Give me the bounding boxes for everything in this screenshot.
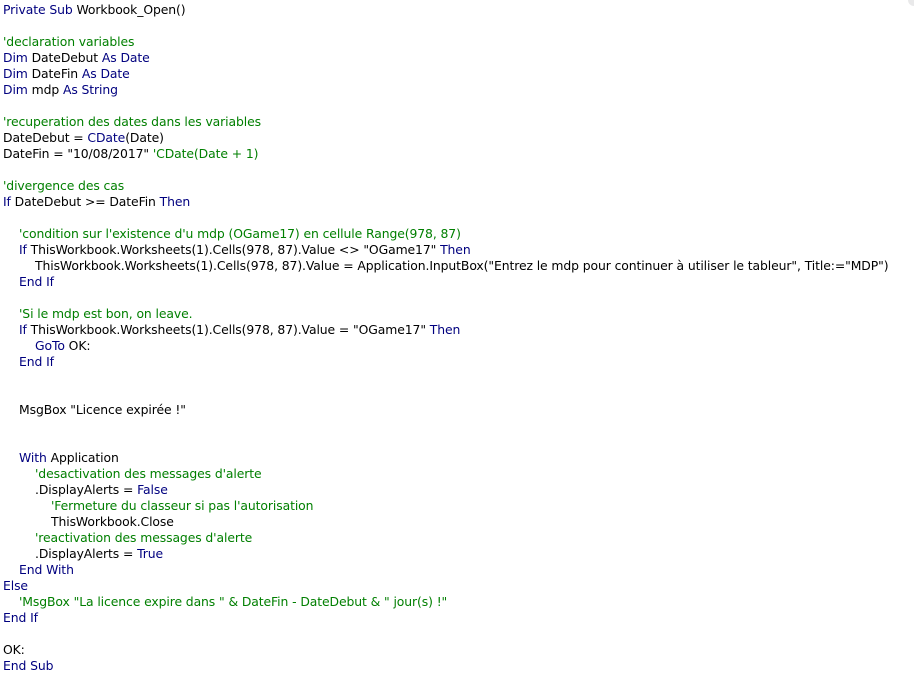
blank-line[interactable]: ​ bbox=[3, 18, 914, 34]
code-token: OK: bbox=[64, 338, 91, 353]
keyword-token: Dim bbox=[3, 50, 28, 65]
comment-token: 'Si le mdp est bon, on leave. bbox=[19, 306, 193, 321]
keyword-token: End Sub bbox=[3, 658, 54, 673]
comment-token: 'Fermeture du classeur si pas l'autorisa… bbox=[51, 498, 314, 513]
comment-token: 'reactivation des messages d'alerte bbox=[35, 530, 253, 545]
blank-line[interactable]: ​ bbox=[3, 434, 914, 450]
keyword-token: Then bbox=[159, 194, 191, 209]
code-line[interactable]: 'Si le mdp est bon, on leave. bbox=[3, 306, 914, 322]
code-line[interactable]: End If bbox=[3, 274, 914, 290]
code-token: DateDebut = bbox=[3, 130, 88, 145]
code-token: DateDebut >= DateFin bbox=[10, 194, 160, 209]
comment-token: 'MsgBox "La licence expire dans " & Date… bbox=[19, 594, 448, 609]
blank-line[interactable]: ​ bbox=[3, 162, 914, 178]
code-token: .DisplayAlerts = bbox=[35, 546, 138, 561]
code-token: MsgBox "Licence expirée !" bbox=[19, 402, 186, 417]
keyword-token: If bbox=[3, 194, 11, 209]
code-line[interactable]: 'MsgBox "La licence expire dans " & Date… bbox=[3, 594, 914, 610]
keyword-token: With bbox=[19, 450, 47, 465]
code-token: DateDebut bbox=[27, 50, 102, 65]
code-line[interactable]: Else bbox=[3, 578, 914, 594]
blank-line[interactable]: ​ bbox=[3, 210, 914, 226]
keyword-token: Private Sub bbox=[3, 2, 73, 17]
keyword-token: End If bbox=[19, 274, 54, 289]
code-line[interactable]: ThisWorkbook.Worksheets(1).Cells(978, 87… bbox=[3, 258, 914, 274]
code-line[interactable]: Dim DateFin As Date bbox=[3, 66, 914, 82]
code-token: DateFin bbox=[27, 66, 82, 81]
keyword-token: True bbox=[137, 546, 164, 561]
code-line[interactable]: MsgBox "Licence expirée !" bbox=[3, 402, 914, 418]
code-token: (Date) bbox=[125, 130, 164, 145]
keyword-token: End With bbox=[19, 562, 74, 577]
code-line[interactable]: With Application bbox=[3, 450, 914, 466]
keyword-token: Then bbox=[429, 322, 461, 337]
code-token: mdp bbox=[27, 82, 63, 97]
code-line[interactable]: 'divergence des cas bbox=[3, 178, 914, 194]
keyword-token: GoTo bbox=[35, 338, 65, 353]
code-token: .DisplayAlerts = bbox=[35, 482, 138, 497]
code-line[interactable]: 'reactivation des messages d'alerte bbox=[3, 530, 914, 546]
code-line[interactable]: GoTo OK: bbox=[3, 338, 914, 354]
code-line[interactable]: If ThisWorkbook.Worksheets(1).Cells(978,… bbox=[3, 322, 914, 338]
keyword-token: Dim bbox=[3, 82, 28, 97]
keyword-token: Dim bbox=[3, 66, 28, 81]
keyword-token: CDate bbox=[87, 130, 126, 145]
keyword-token: As String bbox=[62, 82, 118, 97]
code-line[interactable]: 'desactivation des messages d'alerte bbox=[3, 466, 914, 482]
blank-line[interactable]: ​ bbox=[3, 626, 914, 642]
code-line[interactable]: End With bbox=[3, 562, 914, 578]
code-line[interactable]: End If bbox=[3, 354, 914, 370]
code-line[interactable]: End If bbox=[3, 610, 914, 626]
comment-token: 'CDate(Date + 1) bbox=[152, 146, 259, 161]
comment-token: 'condition sur l'existence d'u mdp (OGam… bbox=[19, 226, 461, 241]
code-line[interactable]: If ThisWorkbook.Worksheets(1).Cells(978,… bbox=[3, 242, 914, 258]
code-line[interactable]: OK: bbox=[3, 642, 914, 658]
keyword-token: Else bbox=[3, 578, 28, 593]
code-token: ThisWorkbook.Worksheets(1).Cells(978, 87… bbox=[26, 322, 430, 337]
keyword-token: If bbox=[19, 322, 27, 337]
code-token: Application bbox=[46, 450, 119, 465]
comment-token: 'declaration variables bbox=[3, 34, 135, 49]
code-token: DateFin = "10/08/2017" bbox=[3, 146, 153, 161]
blank-line[interactable]: ​ bbox=[3, 98, 914, 114]
code-line[interactable]: DateDebut = CDate(Date) bbox=[3, 130, 914, 146]
code-token: ThisWorkbook.Close bbox=[51, 514, 174, 529]
code-line[interactable]: .DisplayAlerts = True bbox=[3, 546, 914, 562]
code-token: ThisWorkbook.Worksheets(1).Cells(978, 87… bbox=[35, 258, 889, 273]
code-line[interactable]: ThisWorkbook.Close bbox=[3, 514, 914, 530]
blank-line[interactable]: ​ bbox=[3, 370, 914, 386]
code-line[interactable]: DateFin = "10/08/2017" 'CDate(Date + 1) bbox=[3, 146, 914, 162]
blank-line[interactable]: ​ bbox=[3, 418, 914, 434]
comment-token: 'recuperation des dates dans les variabl… bbox=[3, 114, 261, 129]
keyword-token: As Date bbox=[81, 66, 130, 81]
code-line[interactable]: 'condition sur l'existence d'u mdp (OGam… bbox=[3, 226, 914, 242]
code-editor[interactable]: Private Sub Workbook_Open()​'declaration… bbox=[3, 2, 914, 677]
code-token: ThisWorkbook.Worksheets(1).Cells(978, 87… bbox=[26, 242, 441, 257]
code-token: Workbook_Open() bbox=[72, 2, 186, 17]
keyword-token: End If bbox=[19, 354, 54, 369]
blank-line[interactable]: ​ bbox=[3, 386, 914, 402]
code-line[interactable]: 'recuperation des dates dans les variabl… bbox=[3, 114, 914, 130]
blank-line[interactable]: ​ bbox=[3, 290, 914, 306]
code-line[interactable]: 'declaration variables bbox=[3, 34, 914, 50]
keyword-token: Then bbox=[440, 242, 471, 257]
code-line[interactable]: Dim mdp As String bbox=[3, 82, 914, 98]
code-line[interactable]: 'Fermeture du classeur si pas l'autorisa… bbox=[3, 498, 914, 514]
keyword-token: False bbox=[137, 482, 168, 497]
keyword-token: End If bbox=[3, 610, 38, 625]
code-line[interactable]: Private Sub Workbook_Open() bbox=[3, 2, 914, 18]
code-line[interactable]: If DateDebut >= DateFin Then bbox=[3, 194, 914, 210]
keyword-token: As Date bbox=[101, 50, 150, 65]
code-line[interactable]: .DisplayAlerts = False bbox=[3, 482, 914, 498]
comment-token: 'desactivation des messages d'alerte bbox=[35, 466, 262, 481]
code-line[interactable]: Dim DateDebut As Date bbox=[3, 50, 914, 66]
comment-token: 'divergence des cas bbox=[3, 178, 125, 193]
code-token: OK: bbox=[3, 642, 25, 657]
keyword-token: If bbox=[19, 242, 27, 257]
code-line[interactable]: End Sub bbox=[3, 658, 914, 674]
